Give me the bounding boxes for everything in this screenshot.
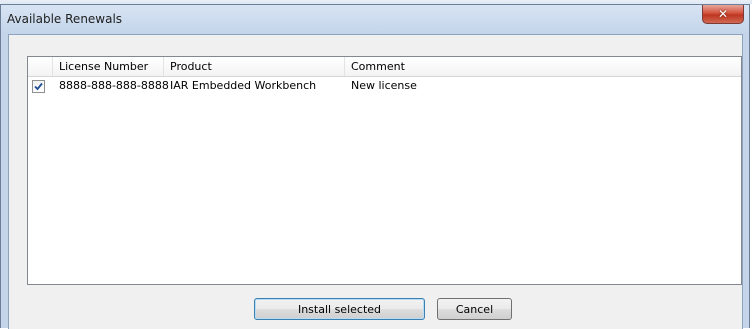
license-number-cell: 8888-888-888-8888: [59, 79, 169, 92]
list-row[interactable]: 8888-888-888-8888 IAR Embedded Workbench…: [28, 77, 741, 95]
comment-cell: New license: [351, 79, 417, 92]
column-header-product[interactable]: Product: [164, 57, 345, 76]
column-header-comment[interactable]: Comment: [345, 57, 741, 76]
column-header-check[interactable]: [28, 57, 53, 76]
cancel-button[interactable]: Cancel: [437, 298, 512, 320]
window-title: Available Renewals: [7, 12, 123, 26]
renewals-list[interactable]: License Number Product Comment 8888-888-…: [27, 56, 742, 285]
install-selected-button[interactable]: Install selected: [254, 298, 425, 320]
list-header: License Number Product Comment: [28, 57, 741, 77]
title-bar[interactable]: Available Renewals ✕: [1, 5, 749, 35]
dialog-window: Available Renewals ✕ License Number Prod…: [0, 4, 750, 329]
product-cell: IAR Embedded Workbench: [170, 79, 317, 92]
close-button[interactable]: ✕: [702, 5, 744, 24]
row-checkbox[interactable]: [32, 80, 45, 93]
column-header-license-number[interactable]: License Number: [53, 57, 164, 76]
checkmark-icon: [34, 82, 43, 91]
dialog-client-area: License Number Product Comment 8888-888-…: [8, 34, 743, 329]
close-icon: ✕: [717, 7, 729, 21]
